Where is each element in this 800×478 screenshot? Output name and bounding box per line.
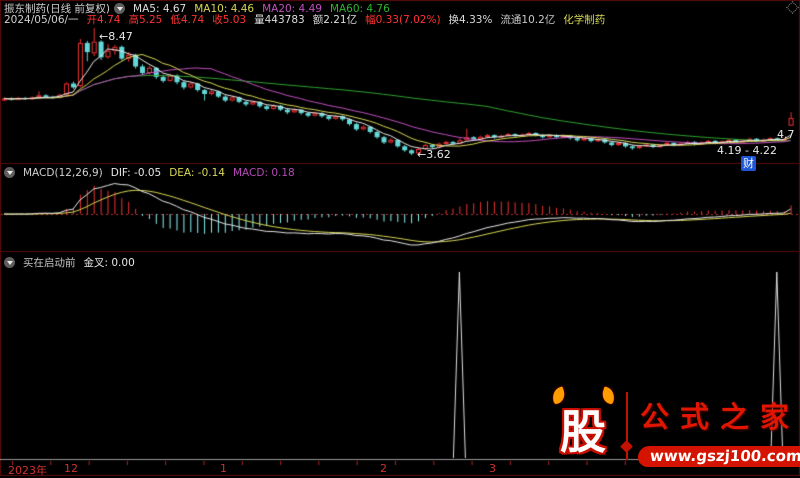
axis-month-label: 12 [64, 462, 78, 475]
watermark-logo: 股 公式之家 www.gszj100.com [538, 386, 800, 476]
watermark-diamond-icon [620, 440, 633, 453]
macd-title: MACD(12,26,9) [23, 167, 103, 179]
right-axis-price: 4.7 [777, 128, 795, 141]
axis-month-label: 3 [489, 462, 496, 475]
quote-info-line: 2024/05/06/一开4.74 高5.25 低4.74 收5.03 量443783 额… [4, 12, 613, 27]
signal-pane-header: 买在启动前金叉: 0.00 [4, 255, 143, 270]
watermark-stock-char: 股 [560, 396, 606, 462]
high-price-annotation: ←8.47 [99, 30, 133, 43]
financial-report-badge[interactable]: 财 [741, 156, 756, 171]
axis-month-label: 2 [380, 462, 387, 475]
watermark-url: www.gszj100.com [637, 446, 800, 467]
quote-field: 收5.03 [212, 14, 246, 26]
dif-value: DIF: -0.05 [111, 167, 161, 179]
signal-title: 买在启动前 [23, 257, 76, 269]
watermark-brand: 公式之家 [640, 394, 800, 436]
axis-month-label: 1 [220, 462, 227, 475]
quote-field: 流通10.2亿 [500, 14, 555, 26]
tdx-chart-window: 振东制药(日线 前复权)MA5: 4.67MA10: 4.46MA20: 4.4… [0, 0, 800, 476]
quote-field: 化学制药 [563, 14, 605, 26]
quote-field: 2024/05/06/一 [4, 14, 79, 26]
signal-value: 金叉: 0.00 [84, 257, 135, 269]
quote-field: 开4.74 [87, 14, 121, 26]
quote-field: 高5.25 [128, 14, 162, 26]
quote-field: 低4.74 [170, 14, 204, 26]
quote-field: 换4.33% [449, 14, 493, 26]
quote-field: 量443783 [254, 14, 305, 26]
macd-value: MACD: 0.18 [233, 167, 295, 179]
collapse-macd-icon[interactable] [4, 167, 15, 178]
macd-pane-header: MACD(12,26,9) DIF: -0.05 DEA: -0.14 MACD: 0… [4, 167, 303, 179]
low-price-annotation: ←3.62 [417, 148, 451, 161]
quote-field: 额2.21亿 [313, 14, 357, 26]
dea-value: DEA: -0.14 [169, 167, 225, 179]
collapse-signal-icon[interactable] [4, 257, 15, 268]
quote-field: 幅0.33(7.02%) [365, 14, 440, 26]
